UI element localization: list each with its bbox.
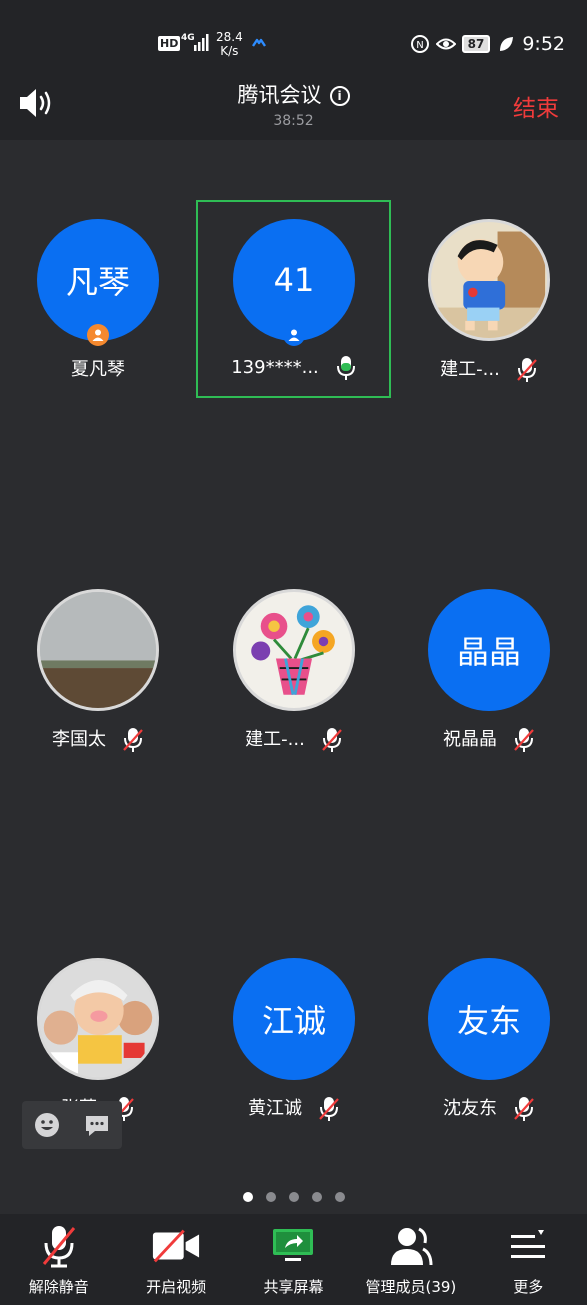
participant-tile[interactable]: 李国太 — [0, 570, 196, 770]
participant-tile[interactable]: 建工-... — [391, 200, 587, 400]
participant-name-row: 建工-... — [391, 355, 587, 383]
participant-name-row: 139****... — [196, 355, 392, 381]
family-selfie-avatar — [37, 958, 159, 1080]
flower-vase-drawing-avatar — [233, 589, 355, 711]
mic-muted-icon — [517, 358, 537, 382]
landscape-avatar — [37, 589, 159, 711]
info-icon[interactable]: i — [329, 86, 350, 106]
participant-name: 沈友东 — [443, 1098, 497, 1119]
members-icon — [386, 1222, 436, 1270]
mic-muted-icon — [34, 1222, 84, 1270]
manage-members-button[interactable]: 管理成员(39) — [352, 1214, 469, 1305]
participant-name-row: 建工-... — [196, 725, 392, 753]
cartoon-boy-avatar — [428, 219, 550, 341]
chat-button[interactable] — [72, 1101, 122, 1149]
participant-name: 139****... — [231, 357, 319, 378]
mic-muted-icon — [319, 1097, 339, 1121]
participant-tile[interactable]: 凡琴 夏凡琴 — [0, 200, 196, 400]
leaf-icon — [500, 37, 514, 51]
nfc-icon: N — [410, 35, 429, 53]
participant-name-row: 祝晶晶 — [391, 725, 587, 753]
page-dot[interactable] — [311, 1192, 322, 1202]
page-dot-active[interactable] — [242, 1192, 253, 1202]
avatar: 江诚 — [233, 958, 355, 1080]
participant-name: 李国太 — [52, 729, 106, 750]
svg-text:N: N — [416, 40, 423, 51]
participant-tile[interactable]: 江诚 黄江诚 — [196, 939, 392, 1139]
unmute-label: 解除静音 — [28, 1278, 89, 1296]
mic-muted-icon — [322, 728, 342, 752]
hd-indicator: HD — [158, 36, 181, 51]
participant-name: 祝晶晶 — [443, 729, 497, 750]
mic-muted-icon — [123, 728, 143, 752]
participant-name-row: 沈友东 — [391, 1094, 587, 1122]
more-label: 更多 — [513, 1278, 544, 1296]
more-button[interactable]: 更多 — [470, 1214, 587, 1305]
chat-icon — [86, 1116, 108, 1136]
unmute-button[interactable]: 解除静音 — [0, 1214, 117, 1305]
page-dot[interactable] — [288, 1192, 299, 1202]
mic-speaking-icon — [336, 356, 355, 380]
host-badge-icon — [87, 324, 109, 346]
avatar: 41 — [233, 219, 355, 341]
avatar: 凡琴 — [37, 219, 159, 341]
participant-tile[interactable]: 友东 沈友东 — [391, 939, 587, 1139]
emoji-button[interactable] — [22, 1101, 72, 1149]
more-menu-icon — [503, 1222, 553, 1270]
end-meeting-button[interactable]: 结束 — [513, 89, 559, 123]
participant-name-row: 黄江诚 — [196, 1094, 392, 1122]
participant-name: 建工-... — [245, 729, 305, 750]
battery-indicator: 87 — [461, 35, 491, 53]
participant-name: 黄江诚 — [248, 1098, 302, 1119]
member-badge-icon — [283, 324, 305, 346]
participant-tile[interactable]: 建工-... — [196, 570, 392, 770]
eye-comfort-icon — [435, 38, 456, 50]
manage-members-label: 管理成员(39) — [365, 1278, 457, 1296]
emoji-icon — [35, 1113, 59, 1137]
meeting-header: 腾讯会议 i 38:52 结束 — [0, 76, 587, 140]
clock: 9:52 — [522, 33, 565, 55]
status-right: N 87 9:52 — [410, 33, 565, 55]
participant-name-row: 李国太 — [0, 725, 196, 753]
participant-name-row: 夏凡琴 — [0, 355, 196, 381]
title-area: 腾讯会议 i 38:52 — [0, 76, 587, 129]
app-notification-icon — [252, 38, 266, 47]
share-screen-icon — [268, 1222, 318, 1270]
participant-name: 夏凡琴 — [71, 359, 125, 380]
meeting-timer: 38:52 — [273, 113, 314, 129]
floating-tools — [22, 1101, 122, 1149]
signal-icon — [194, 34, 209, 51]
page-dot[interactable] — [265, 1192, 276, 1202]
share-screen-label: 共享屏幕 — [263, 1278, 324, 1296]
status-bar: HD 4G 28.4 K/s N 87 9:52 — [0, 0, 587, 76]
page-dot[interactable] — [334, 1192, 345, 1202]
start-video-button[interactable]: 开启视频 — [117, 1214, 234, 1305]
page-indicator[interactable] — [0, 1192, 587, 1202]
bottom-toolbar: 解除静音 开启视频 共享屏幕 管理成员(39) 更多 — [0, 1214, 587, 1305]
participant-tile[interactable]: 晶晶 祝晶晶 — [391, 570, 587, 770]
mic-muted-icon — [514, 1097, 534, 1121]
start-video-label: 开启视频 — [146, 1278, 207, 1296]
participant-tile[interactable]: 41 139****... — [196, 200, 392, 400]
network-speed: 28.4 K/s — [216, 30, 243, 58]
avatar: 晶晶 — [428, 589, 550, 711]
participant-name: 建工-... — [440, 359, 500, 380]
meeting-title: 腾讯会议 — [237, 83, 322, 107]
video-off-icon — [151, 1222, 201, 1270]
avatar: 友东 — [428, 958, 550, 1080]
mic-muted-icon — [514, 728, 534, 752]
share-screen-button[interactable]: 共享屏幕 — [235, 1214, 352, 1305]
